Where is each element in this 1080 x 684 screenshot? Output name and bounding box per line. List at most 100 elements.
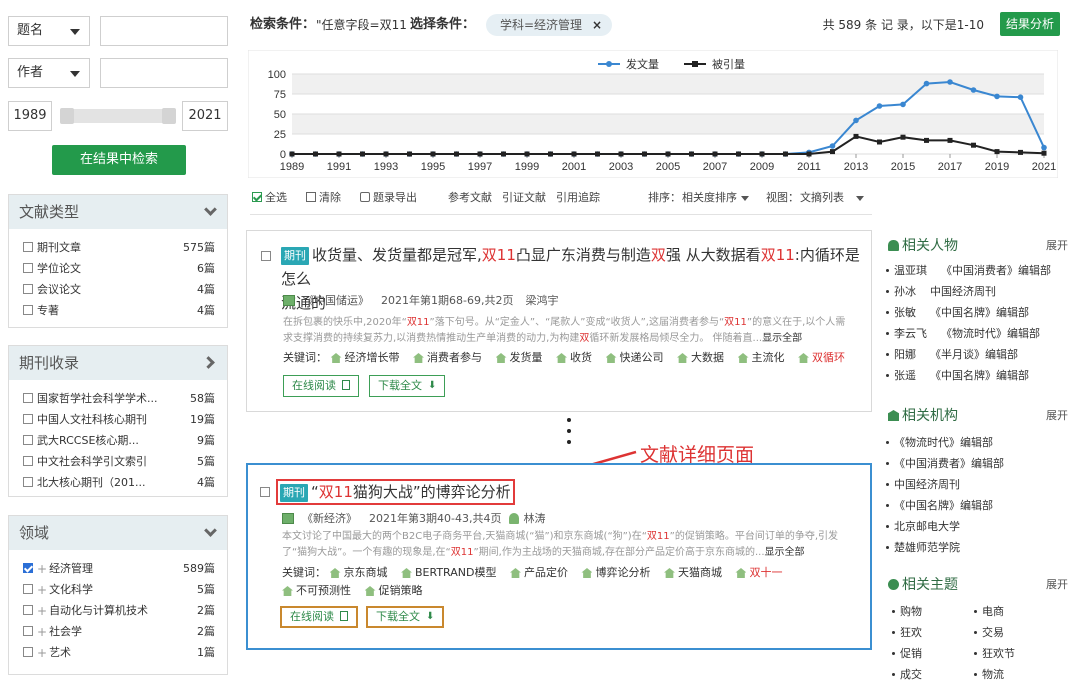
field-header[interactable]: 领域 [9,516,227,550]
year-from-input[interactable]: 1989 [8,101,52,131]
field-select-2[interactable]: 作者 [8,58,90,88]
expand-button[interactable]: 展开 [1046,404,1068,428]
keyword-tag[interactable]: 促销策略 [364,584,423,597]
checkbox-icon[interactable] [23,435,33,445]
result-checkbox[interactable] [261,251,271,261]
related-topic-item[interactable]: 促销 [892,643,922,664]
journal-name[interactable]: 《中国储运》 [303,294,369,307]
doc-type-header[interactable]: 文献类型 [9,195,227,229]
slider-handle-start[interactable] [60,108,74,124]
journal-index-item[interactable]: 武大RCCSE核心期... 9篇 [9,430,227,451]
keyword-tag[interactable]: 大数据 [677,351,724,364]
related-topic-item[interactable]: 狂欢节 [974,643,1015,664]
view-dropdown[interactable]: 文摘列表 [800,187,864,209]
select-all-button[interactable]: 全选 [252,187,287,209]
keyword-tag[interactable]: 双十一 [735,566,782,579]
plus-icon[interactable]: + [37,559,47,580]
related-topic-item[interactable]: 物流 [974,664,1004,684]
related-person-item[interactable]: 孙冰 中国经济周刊 [886,281,1074,302]
download-button[interactable]: 下载全文 ⬇ [366,606,445,628]
related-topic-item[interactable]: 成交 [892,664,922,684]
related-org-item[interactable]: 中国经济周刊 [886,474,1074,495]
show-all-link[interactable]: 显示全部 [762,333,802,344]
related-person-item[interactable]: 张遥 《中国名牌》编辑部 [886,365,1074,386]
doc-type-item[interactable]: 会议论文 4篇 [9,279,227,300]
keyword-tag[interactable]: 主流化 [737,351,785,364]
plus-icon[interactable]: + [37,643,47,664]
checkbox-icon[interactable] [23,605,33,615]
citations-link[interactable]: 引证文献 [502,187,546,209]
field-item[interactable]: + 文化科学 5篇 [9,579,227,600]
keyword-tag[interactable]: 不可预测性 [282,584,351,597]
clear-button[interactable]: 清除 [306,187,341,209]
keyword-tag[interactable]: 收货 [556,351,592,364]
expand-button[interactable]: 展开 [1046,573,1068,597]
journal-index-header[interactable]: 期刊收录 [9,346,227,380]
keyword-tag[interactable]: 发货量 [495,351,543,364]
search-input-2[interactable] [100,58,228,88]
checkbox-checked-icon[interactable] [23,563,33,573]
related-org-item[interactable]: 《中国消费者》编辑部 [886,453,1074,474]
journal-index-item[interactable]: 北大核心期刊（201... 4篇 [9,472,227,493]
keyword-tag[interactable]: 天猫商城 [663,566,722,579]
checkbox-icon[interactable] [23,626,33,636]
plus-icon[interactable]: + [37,622,47,643]
citation-trace-link[interactable]: 引用追踪 [556,187,600,209]
references-link[interactable]: 参考文献 [448,187,492,209]
checkbox-icon[interactable] [23,584,33,594]
journal-index-item[interactable]: 中国人文社科核心期刊 19篇 [9,409,227,430]
field-item[interactable]: + 经济管理 589篇 [9,558,227,579]
download-button[interactable]: 下载全文 ⬇ [369,375,446,397]
keyword-tag[interactable]: 双循环 [798,351,845,364]
author[interactable]: 林涛 [509,512,545,525]
search-input-1[interactable] [100,16,228,46]
checkbox-icon[interactable] [23,414,33,424]
journal-name[interactable]: 《新经济》 [302,512,357,525]
year-range-slider[interactable] [60,108,176,124]
export-button[interactable]: 题录导出 [360,187,417,209]
field-select-1[interactable]: 题名 [8,16,90,46]
related-org-item[interactable]: 楚雄师范学院 [886,537,1074,558]
search-in-results-button[interactable]: 在结果中检索 [52,145,186,175]
checkbox-icon[interactable] [23,263,33,273]
read-online-button[interactable]: 在线阅读 [280,606,358,628]
year-to-input[interactable]: 2021 [182,101,228,131]
field-item[interactable]: + 自动化与计算机技术 2篇 [9,600,227,621]
checkbox-icon[interactable] [23,647,33,657]
keyword-tag[interactable]: BERTRAND模型 [401,566,496,579]
expand-button[interactable]: 展开 [1046,234,1068,258]
checkbox-icon[interactable] [23,284,33,294]
related-person-item[interactable]: 温亚琪 《中国消费者》编辑部 [886,260,1074,281]
journal-index-item[interactable]: 国家哲学社会科学学术... 58篇 [9,388,227,409]
related-topic-item[interactable]: 购物 [892,601,922,622]
checkbox-icon[interactable] [23,242,33,252]
keyword-tag[interactable]: 快递公司 [605,351,664,364]
keyword-tag[interactable]: 产品定价 [509,566,568,579]
doc-type-item[interactable]: 专著 4篇 [9,300,227,321]
related-topic-item[interactable]: 电商 [974,601,1004,622]
field-item[interactable]: + 社会学 2篇 [9,621,227,642]
field-item[interactable]: + 艺术 1篇 [9,642,227,663]
keyword-tag[interactable]: 博弈论分析 [581,566,650,579]
result-title[interactable]: 期刊 “双11猫狗大战”的博弈论分析 [276,479,515,505]
sort-dropdown[interactable]: 相关度排序 [682,187,749,209]
result-analysis-button[interactable]: 结果分析 [999,12,1060,36]
related-person-item[interactable]: 阳娜 《半月谈》编辑部 [886,344,1074,365]
close-icon[interactable]: × [592,14,602,36]
keyword-tag[interactable]: 经济增长带 [330,351,400,364]
keyword-tag[interactable]: 京东商城 [329,566,388,579]
related-person-item[interactable]: 李云飞 《物流时代》编辑部 [886,323,1074,344]
result-checkbox[interactable] [260,487,270,497]
related-org-item[interactable]: 北京邮电大学 [886,516,1074,537]
author-name[interactable]: 梁鸿宇 [525,294,558,307]
related-topic-item[interactable]: 狂欢 [892,622,922,643]
checkbox-icon[interactable] [23,456,33,466]
show-all-link[interactable]: 显示全部 [765,547,805,558]
plus-icon[interactable]: + [37,601,47,622]
related-topic-item[interactable]: 交易 [974,622,1004,643]
journal-index-item[interactable]: 中文社会科学引文索引 5篇 [9,451,227,472]
doc-type-item[interactable]: 期刊文章 575篇 [9,237,227,258]
plus-icon[interactable]: + [37,580,47,601]
related-person-item[interactable]: 张敏 《中国名牌》编辑部 [886,302,1074,323]
filter-tag[interactable]: 学科=经济管理 × [486,14,613,36]
